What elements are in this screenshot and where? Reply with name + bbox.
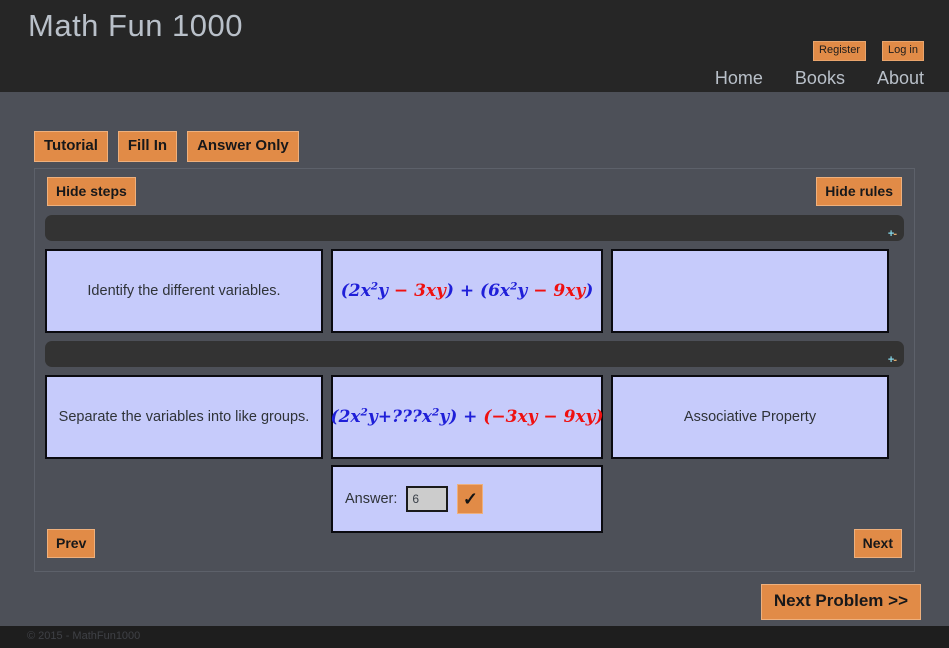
- step-row: Separate the variables into like groups.…: [45, 375, 904, 459]
- answer-box: Answer: ✓: [331, 465, 603, 533]
- minus-icon[interactable]: -: [893, 354, 897, 366]
- nav-item-about[interactable]: About: [877, 68, 924, 89]
- step-description: Separate the variables into like groups.: [45, 375, 323, 459]
- step-expression: (2x2y − 3xy) + (6x2y − 9xy): [331, 249, 603, 333]
- math-expression-1: (2x2y − 3xy) + (6x2y − 9xy): [340, 280, 594, 301]
- next-step-button[interactable]: Next: [853, 529, 902, 558]
- next-problem-button[interactable]: Next Problem >>: [760, 584, 921, 620]
- expand-collapse-icon[interactable]: +-: [888, 228, 897, 240]
- panel-toolbar: Hide steps Hide rules: [35, 169, 914, 215]
- hide-steps-button[interactable]: Hide steps: [47, 177, 136, 206]
- nav-item-home[interactable]: Home: [715, 68, 763, 89]
- mode-fill-in-button[interactable]: Fill In: [117, 131, 178, 162]
- answer-label: Answer:: [345, 491, 398, 507]
- prev-step-button[interactable]: Prev: [47, 529, 96, 558]
- math-expression-2: (2x2y+???x2y) + (−3xy − 9xy): [330, 406, 604, 427]
- problem-panel: Hide steps Hide rules +- Identify the di…: [34, 168, 915, 572]
- register-button[interactable]: Register: [813, 41, 867, 61]
- mode-tutorial-button[interactable]: Tutorial: [34, 131, 108, 162]
- answer-row: Answer: ✓: [45, 465, 904, 533]
- site-header: Math Fun 1000 Register Log in Home Books…: [0, 0, 949, 92]
- main-navigation: Home Books About: [715, 68, 924, 89]
- page-root: Math Fun 1000 Register Log in Home Books…: [0, 0, 949, 648]
- account-links: Register Log in: [813, 41, 924, 61]
- rule-toggle-bar-1[interactable]: +-: [45, 215, 904, 241]
- step-rule: [611, 249, 889, 333]
- next-problem-wrapper: Next Problem >>: [760, 584, 921, 620]
- copyright-text: © 2015 - MathFun1000: [27, 630, 141, 642]
- step-expression: (2x2y+???x2y) + (−3xy − 9xy): [331, 375, 603, 459]
- mode-button-group: Tutorial Fill In Answer Only: [34, 131, 299, 162]
- hide-rules-button[interactable]: Hide rules: [816, 177, 902, 206]
- login-button[interactable]: Log in: [882, 41, 924, 61]
- site-title: Math Fun 1000: [28, 8, 244, 43]
- nav-item-books[interactable]: Books: [795, 68, 845, 89]
- mode-answer-only-button[interactable]: Answer Only: [187, 131, 299, 162]
- expand-collapse-icon[interactable]: +-: [888, 354, 897, 366]
- check-answer-button[interactable]: ✓: [457, 484, 484, 514]
- step-rule: Associative Property: [611, 375, 889, 459]
- step-row: Identify the different variables. (2x2y …: [45, 249, 904, 333]
- answer-spacer: [45, 465, 323, 533]
- answer-input[interactable]: [406, 486, 449, 512]
- minus-icon[interactable]: -: [893, 228, 897, 240]
- step-navigation: Prev Next: [35, 529, 914, 561]
- rule-toggle-bar-2[interactable]: +-: [45, 341, 904, 367]
- step-description: Identify the different variables.: [45, 249, 323, 333]
- site-footer: © 2015 - MathFun1000: [0, 626, 949, 648]
